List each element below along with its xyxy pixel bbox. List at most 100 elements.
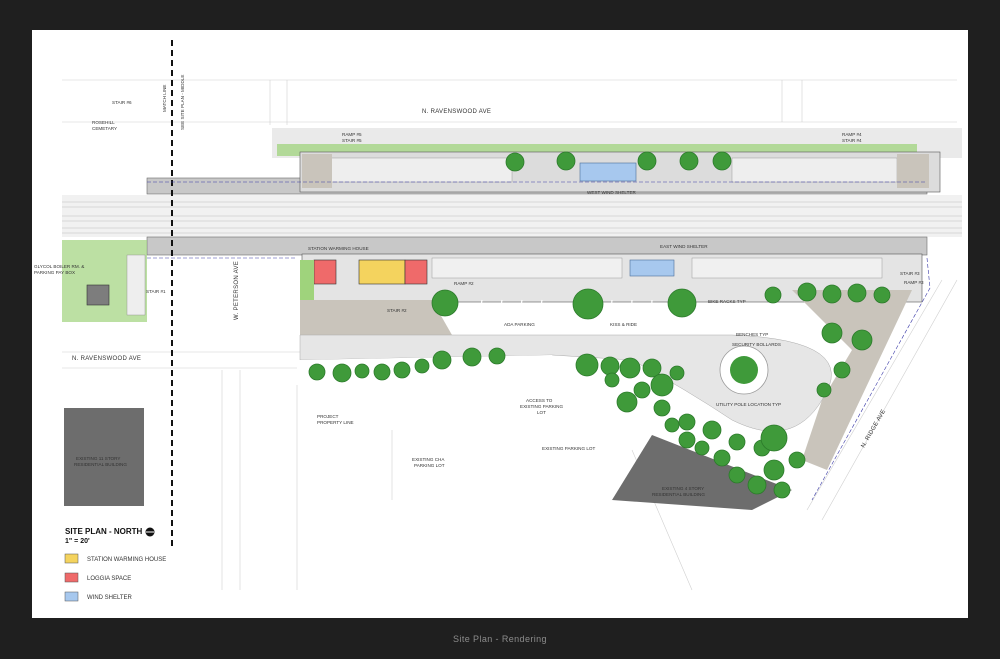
res-4-label-2: RESIDENTIAL BUILDING — [652, 492, 705, 497]
stair-3-label: STAIR #3 — [900, 271, 920, 276]
tree — [414, 358, 430, 374]
stair-1-box — [126, 254, 146, 316]
glycol-label-1: GLYCOL BOILER RM. & — [34, 264, 84, 269]
legend-swatch — [64, 591, 79, 602]
tree — [712, 151, 732, 171]
north-arrow-icon — [145, 527, 155, 537]
warming-house-box — [358, 259, 406, 285]
cha-label-1: EXISTING CHA — [412, 457, 445, 462]
access-label-2: EXISTING PARKING — [520, 404, 563, 409]
legend: STATION WARMING HOUSE LOGGIA SPACE WIND SH… — [64, 553, 166, 602]
bollards-label: SECURITY BOLLARDS — [732, 342, 781, 347]
access-label-3: LOT — [537, 410, 546, 415]
rosehill-label-1: ROSEHILL — [92, 120, 115, 125]
tree — [763, 459, 785, 481]
ramp-4-label: RAMP #4 — [842, 132, 862, 137]
tree — [678, 413, 696, 431]
legend-swatch — [64, 553, 79, 564]
res-11-label-2: RESIDENTIAL BUILDING — [74, 462, 127, 467]
tree — [633, 381, 651, 399]
tree — [764, 286, 782, 304]
existing-parking-label: EXISTING PARKING LOT — [542, 446, 595, 451]
stair-1-label: STAIR #1 — [146, 289, 166, 294]
ramp-2-label: RAMP #2 — [454, 281, 474, 286]
site-plan-drawing: STAIR #6 MATCH LINE SEE SITE PLAN - MIDD… — [34, 40, 962, 602]
tree — [851, 329, 873, 351]
tree — [653, 399, 671, 417]
tree — [667, 288, 697, 318]
legend-label: STATION WARMING HOUSE — [87, 557, 166, 563]
stair-5-label: STAIR #5 — [342, 138, 362, 143]
tree — [816, 382, 832, 398]
image-caption: Site Plan - Rendering — [453, 634, 547, 644]
tree — [431, 289, 459, 317]
site-plan-title: SITE PLAN - NORTH — [65, 527, 143, 536]
rosehill-label-2: CEMETARY — [92, 126, 117, 131]
tree — [619, 357, 641, 379]
cha-label-2: PARKING LOT — [414, 463, 445, 468]
stair-2-label: STAIR #2 — [387, 308, 407, 313]
tree — [556, 151, 576, 171]
property-line-label-1: PROJECT — [317, 414, 339, 419]
property-line-label-2: PROPERTY LINE — [317, 420, 354, 425]
tree — [694, 440, 710, 456]
tree — [575, 353, 599, 377]
tree — [728, 466, 746, 484]
east-wind-shelter-label: EAST WIND SHELTER — [660, 244, 708, 249]
west-ramp-4 — [731, 157, 898, 183]
tree — [600, 356, 620, 376]
island-tree — [730, 356, 758, 384]
tree — [773, 481, 791, 499]
tree — [505, 152, 525, 172]
kiss-ride-label: KISS & RIDE — [610, 322, 637, 327]
glycol-label-2: PARKING PAY BOX — [34, 270, 75, 275]
tree — [797, 282, 817, 302]
tree — [308, 363, 326, 381]
tree — [332, 363, 352, 383]
ramp-3-label: RAMP #3 — [904, 280, 924, 285]
tree — [669, 365, 685, 381]
peterson-label: W. PETERSON AVE — [234, 261, 240, 320]
tree — [616, 391, 638, 413]
tree — [679, 151, 699, 171]
tree — [373, 363, 391, 381]
tree — [788, 451, 806, 469]
tree — [637, 151, 657, 171]
stair-4-label: STAIR #4 — [842, 138, 862, 143]
tree — [572, 288, 604, 320]
site-plan-sheet: STAIR #6 MATCH LINE SEE SITE PLAN - MIDD… — [32, 30, 968, 618]
east-grass-left — [300, 260, 314, 300]
east-ramp-3 — [691, 257, 883, 279]
res-4-label-1: EXISTING 4 STORY — [662, 486, 704, 491]
legend-label: WIND SHELTER — [87, 595, 133, 601]
benches-label: BENCHES TYP — [736, 332, 768, 337]
legend-swatch — [64, 572, 79, 583]
legend-label: LOGGIA SPACE — [87, 576, 131, 582]
ravenswood-top-label: N. RAVENSWOOD AVE — [422, 109, 491, 115]
tree — [713, 449, 731, 467]
west-ramp-5 — [321, 157, 513, 183]
tree — [604, 372, 620, 388]
bike-racks-label: BIKE RACKS TYP — [708, 299, 746, 304]
ada-parking-label: ADA PARKING — [504, 322, 535, 327]
east-wind-shelter-box — [629, 259, 675, 277]
scale-label: 1" = 20' — [65, 538, 90, 545]
tree — [702, 420, 722, 440]
tree — [822, 284, 842, 304]
station-warming-house-label: STATION WARMING HOUSE — [308, 246, 369, 251]
tree — [821, 322, 843, 344]
ridge-label: N. RIDGE AVE — [861, 409, 888, 449]
stair-6-label: STAIR #6 — [112, 100, 132, 105]
tree — [393, 361, 411, 379]
utility-pole-label: UTILITY POLE LOCATION TYP — [716, 402, 781, 407]
west-pavers-left — [302, 154, 332, 188]
tree — [760, 424, 788, 452]
tree — [432, 350, 452, 370]
loggia-left — [313, 259, 337, 285]
east-ramp-2 — [431, 257, 623, 279]
tree — [664, 417, 680, 433]
ramp-5-label: RAMP #5 — [342, 132, 362, 137]
tree — [354, 363, 370, 379]
see-site-plan-label: SEE SITE PLAN - MIDDLE — [180, 75, 185, 130]
west-pavers-right — [897, 154, 929, 188]
